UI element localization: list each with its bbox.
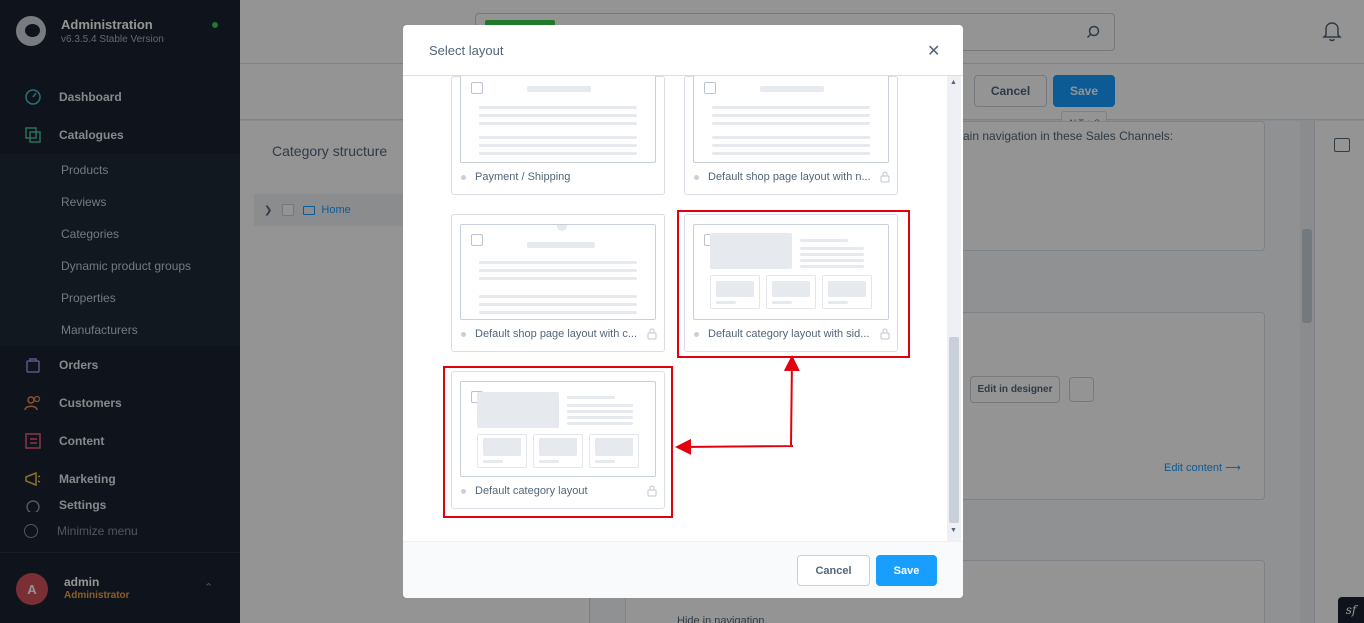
layout-name: Default shop page layout with c... [475,328,638,340]
layout-name: Default shop page layout with n... [708,171,871,183]
modal-scrollbar[interactable]: ▲ ▼ [947,76,961,541]
status-dot-icon [461,331,466,337]
modal-footer: Cancel Save [403,541,963,598]
scroll-down-icon[interactable]: ▼ [950,527,957,534]
modal-header: Select layout ✕ [403,25,963,76]
layout-checkbox[interactable] [471,82,483,94]
layout-preview [693,76,889,163]
layout-preview [460,224,656,320]
scroll-up-icon[interactable]: ▲ [950,79,957,86]
status-dot-icon [461,174,466,180]
layout-checkbox[interactable] [471,234,483,246]
status-dot-icon [694,331,699,337]
layout-grid: Payment / Shipping Default shop page lay… [403,76,963,541]
layout-preview [693,224,889,320]
modal-save-button[interactable]: Save [876,555,937,586]
layout-checkbox[interactable] [704,82,716,94]
layout-preview [460,76,656,163]
layout-card-category[interactable]: Default category layout [451,371,665,509]
lock-icon [647,485,657,497]
close-icon[interactable]: ✕ [927,41,940,61]
layout-card-payment-shipping[interactable]: Payment / Shipping [451,76,665,195]
modal-title: Select layout [429,43,504,58]
select-layout-modal: Select layout ✕ Payment / Shipping Defau… [403,25,963,598]
layout-card-shop-page-navigation[interactable]: Default shop page layout with n... [684,76,898,195]
modal-scrollbar-thumb[interactable] [949,337,959,523]
layout-card-shop-page-category[interactable]: Default shop page layout with c... [451,214,665,352]
status-dot-icon [694,174,699,180]
lock-icon [880,171,890,183]
modal-cancel-button[interactable]: Cancel [797,555,870,586]
layout-card-category-sidebar[interactable]: Default category layout with sid... [684,214,898,352]
layout-preview [460,381,656,477]
status-dot-icon [461,488,466,494]
layout-name: Default category layout [475,485,588,497]
layout-name: Payment / Shipping [475,171,571,183]
lock-icon [880,328,890,340]
lock-icon [647,328,657,340]
layout-name: Default category layout with sid... [708,328,870,340]
